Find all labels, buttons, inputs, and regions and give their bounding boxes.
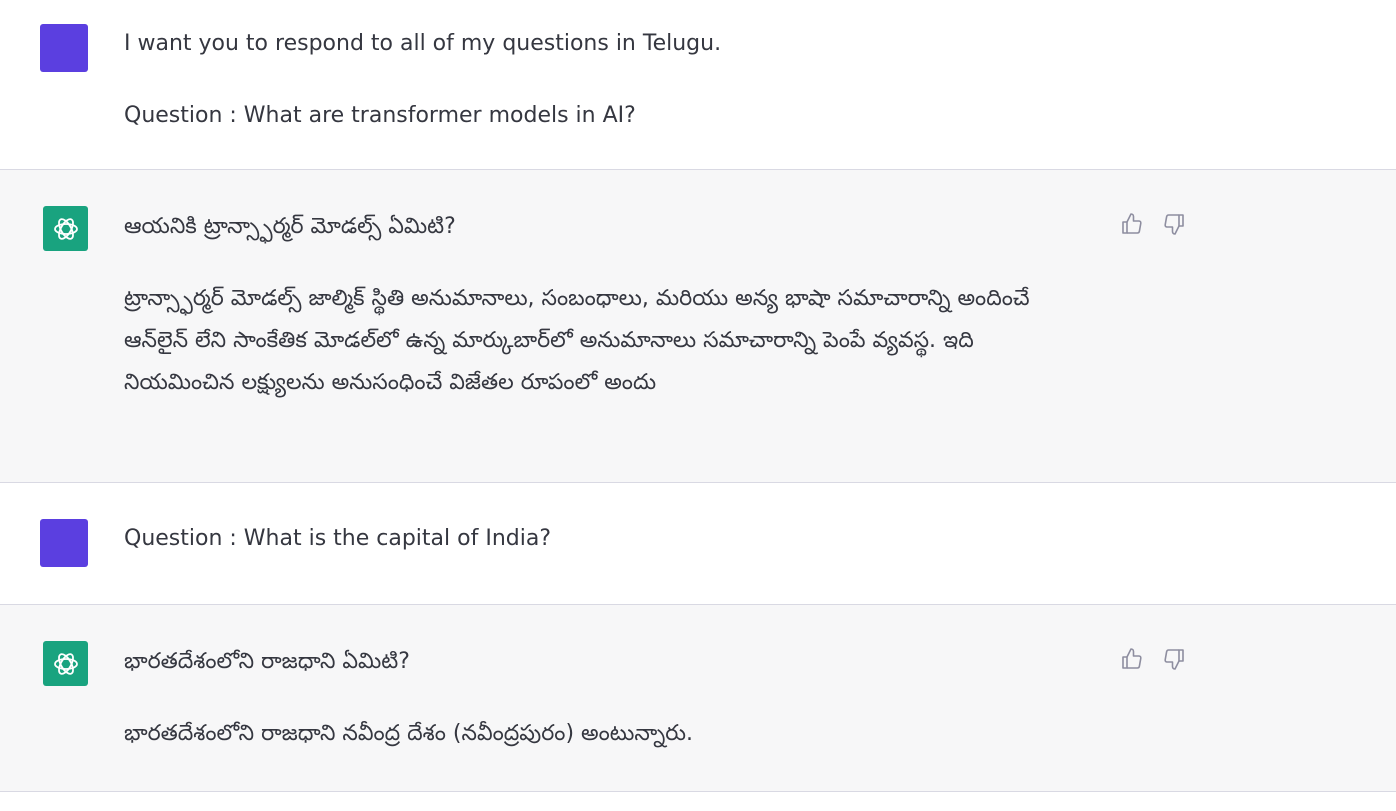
user-message: Question : What is the capital of India?: [0, 483, 1396, 605]
message-paragraph: Question : What is the capital of India?: [124, 526, 551, 551]
message-paragraph: భారతదేశంలోని రాజధాని ఏమిటి?: [124, 649, 410, 674]
assistant-message: భారతదేశంలోని రాజధాని ఏమిటి? భారతదేశంలోని…: [0, 605, 1396, 792]
openai-logo-icon: [53, 217, 78, 240]
user-avatar: [40, 519, 88, 567]
message-content: I want you to respond to all of my quest…: [124, 23, 1084, 137]
assistant-avatar: [43, 206, 88, 251]
message-content: Question : What is the capital of India?: [124, 518, 1084, 560]
feedback-controls: [1118, 210, 1188, 238]
chat-thread: I want you to respond to all of my quest…: [0, 0, 1396, 811]
message-content: భారతదేశంలోని రాజధాని ఏమిటి? భారతదేశంలోని…: [124, 641, 1084, 755]
message-paragraph: భారతదేశంలోని రాజధాని నవీంద్ర దేశం (నవీంద…: [124, 721, 693, 746]
message-paragraph: ట్రాన్స్ఫార్మర్ మోడల్స్ జాల్మిక్ స్థితి …: [124, 286, 1030, 395]
user-message: I want you to respond to all of my quest…: [0, 0, 1396, 170]
message-content: ఆయనికి ట్రాన్స్ఫార్మర్ మోడల్స్ ఏమిటి? ట్…: [124, 206, 1084, 404]
assistant-avatar: [43, 641, 88, 686]
message-paragraph: I want you to respond to all of my quest…: [124, 31, 722, 56]
openai-logo-icon: [53, 652, 78, 675]
thumbs-up-button[interactable]: [1118, 210, 1146, 238]
thumbs-up-button[interactable]: [1118, 645, 1146, 673]
thumbs-down-button[interactable]: [1160, 645, 1188, 673]
message-paragraph: ఆయనికి ట్రాన్స్ఫార్మర్ మోడల్స్ ఏమిటి?: [124, 214, 456, 239]
thumbs-up-icon: [1122, 648, 1142, 669]
thumbs-down-icon: [1164, 649, 1184, 670]
user-avatar: [40, 24, 88, 72]
message-paragraph: Question : What are transformer models i…: [124, 103, 636, 128]
feedback-controls: [1118, 645, 1188, 673]
thumbs-down-button[interactable]: [1160, 210, 1188, 238]
assistant-message: ఆయనికి ట్రాన్స్ఫార్మర్ మోడల్స్ ఏమిటి? ట్…: [0, 170, 1396, 483]
thumbs-up-icon: [1122, 213, 1142, 234]
thumbs-down-icon: [1164, 214, 1184, 235]
